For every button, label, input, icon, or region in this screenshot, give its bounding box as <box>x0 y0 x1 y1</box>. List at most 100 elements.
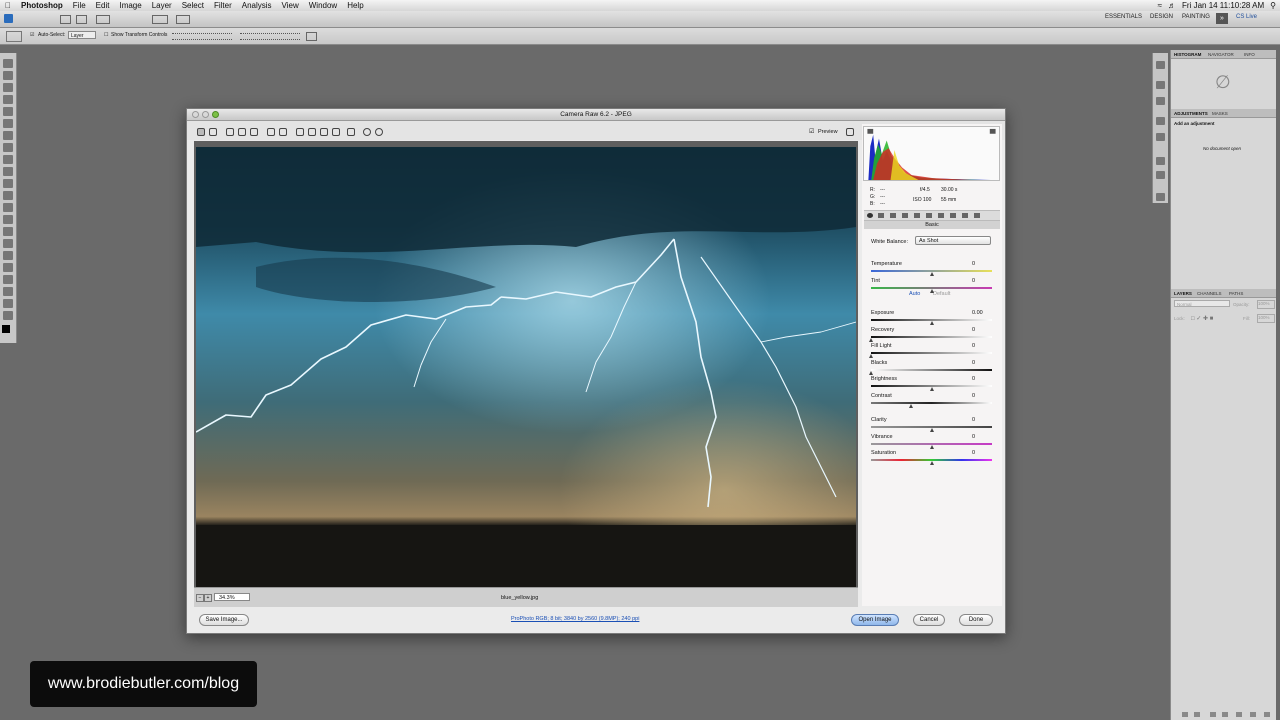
recovery-slider-track[interactable] <box>871 336 992 338</box>
status-icon[interactable] <box>1236 712 1242 717</box>
status-icon[interactable] <box>1210 712 1216 717</box>
swatches-panel-icon[interactable] <box>1156 97 1165 105</box>
shadow-clipping-icon[interactable] <box>867 128 874 134</box>
fill-field[interactable]: 100% <box>1257 314 1275 323</box>
menu-app[interactable]: Photoshop <box>16 1 68 10</box>
status-icon[interactable] <box>1222 712 1228 717</box>
view-extras-icon[interactable] <box>96 15 110 24</box>
brush-tool-icon[interactable] <box>3 143 13 152</box>
paragraph-panel-icon[interactable] <box>1156 171 1165 179</box>
lasso-tool-icon[interactable] <box>3 83 13 92</box>
split-toning-tab-icon[interactable] <box>914 213 920 218</box>
volume-icon[interactable]: ♬ <box>1168 1 1176 10</box>
red-eye-removal-tool-icon[interactable] <box>308 128 316 136</box>
menu-layer[interactable]: Layer <box>147 1 177 10</box>
menu-view[interactable]: View <box>277 1 304 10</box>
move-tool-preset-icon[interactable] <box>6 31 22 42</box>
status-icon[interactable] <box>1250 712 1256 717</box>
blacks-slider-track[interactable] <box>871 369 992 371</box>
hsl-tab-icon[interactable] <box>902 213 908 218</box>
type-tool-icon[interactable] <box>3 239 13 248</box>
menu-analysis[interactable]: Analysis <box>237 1 277 10</box>
auto-link[interactable]: Auto <box>909 291 920 297</box>
blacks-value[interactable]: 0 <box>972 360 975 366</box>
camera-calibration-tab-icon[interactable] <box>950 213 956 218</box>
zoom-level-dropdown[interactable]: 34.3% <box>214 593 250 601</box>
status-icon[interactable] <box>1194 712 1200 717</box>
temperature-slider-thumb[interactable] <box>929 272 934 276</box>
brush-panel-icon[interactable] <box>1156 117 1165 125</box>
zoom-out-icon[interactable]: − <box>196 594 204 602</box>
save-image-button[interactable]: Save Image... <box>199 614 249 626</box>
brightness-value[interactable]: 0 <box>972 376 975 382</box>
clock[interactable]: Fri Jan 14 11:10:28 AM <box>1182 1 1264 10</box>
default-link[interactable]: Default <box>933 291 950 297</box>
preview-checkbox[interactable]: ☑ <box>809 128 814 135</box>
effects-tab-icon[interactable] <box>938 213 944 218</box>
eyedropper-tool-icon[interactable] <box>3 119 13 128</box>
clarity-value[interactable]: 0 <box>972 417 975 423</box>
targeted-adjustment-tool-icon[interactable] <box>250 128 258 136</box>
clone-stamp-tool-icon[interactable] <box>3 155 13 164</box>
tab-adjustments[interactable]: ADJUSTMENTS <box>1174 111 1208 116</box>
gradient-tool-icon[interactable] <box>3 191 13 200</box>
blend-mode-dropdown[interactable]: Normal <box>1174 300 1230 307</box>
contrast-slider-track[interactable] <box>871 402 992 404</box>
spot-removal-tool-icon[interactable] <box>296 128 304 136</box>
contrast-value[interactable]: 0 <box>972 393 975 399</box>
presets-tab-icon[interactable] <box>962 213 968 218</box>
tone-curve-tab-icon[interactable] <box>878 213 884 218</box>
tint-value[interactable]: 0 <box>972 278 975 284</box>
arrange-documents-icon[interactable] <box>152 15 168 24</box>
spot-healing-tool-icon[interactable] <box>3 131 13 140</box>
rotate-left-icon[interactable] <box>363 128 371 136</box>
adjustment-brush-icon[interactable] <box>320 128 328 136</box>
white-balance-tool-icon[interactable] <box>226 128 234 136</box>
temperature-value[interactable]: 0 <box>972 261 975 267</box>
auto-select-checkbox[interactable]: ☑ <box>30 32 34 38</box>
basic-tab-icon[interactable] <box>867 213 873 218</box>
marquee-tool-icon[interactable] <box>3 71 13 80</box>
recovery-slider-thumb[interactable] <box>869 338 873 342</box>
menu-help[interactable]: Help <box>342 1 368 10</box>
spotlight-icon[interactable]: ⚲ <box>1270 1 1276 10</box>
color-sampler-tool-icon[interactable] <box>238 128 246 136</box>
tab-navigator[interactable]: NAVIGATOR <box>1208 52 1234 57</box>
blur-tool-icon[interactable] <box>3 203 13 212</box>
zoom-tool-icon[interactable] <box>3 311 13 320</box>
minimize-window-icon[interactable] <box>202 111 209 118</box>
clarity-slider-thumb[interactable] <box>929 428 934 432</box>
foreground-color-swatch[interactable] <box>2 325 10 333</box>
clone-source-panel-icon[interactable] <box>1156 133 1165 141</box>
zoom-tool-icon[interactable] <box>197 128 205 136</box>
tab-channels[interactable]: CHANNELS <box>1197 291 1222 296</box>
crop-tool-icon[interactable] <box>3 107 13 116</box>
straighten-tool-icon[interactable] <box>279 128 287 136</box>
distribute-buttons[interactable] <box>240 33 300 40</box>
mini-bridge-icon[interactable] <box>76 15 87 24</box>
workspace-painting[interactable]: PAINTING <box>1182 14 1210 20</box>
auto-align-icon[interactable] <box>306 32 317 41</box>
snapshots-tab-icon[interactable] <box>974 213 980 218</box>
3d-rotate-tool-icon[interactable] <box>3 275 13 284</box>
apple-icon[interactable]:  <box>0 1 16 10</box>
open-image-button[interactable]: Open Image <box>851 614 899 626</box>
close-window-icon[interactable] <box>192 111 199 118</box>
auto-select-target-dropdown[interactable]: Layer <box>68 31 96 39</box>
rotate-right-icon[interactable] <box>375 128 383 136</box>
hand-tool-icon[interactable] <box>3 299 13 308</box>
done-button[interactable]: Done <box>959 614 993 626</box>
recovery-value[interactable]: 0 <box>972 327 975 333</box>
brightness-slider-thumb[interactable] <box>929 387 934 391</box>
fill-light-value[interactable]: 0 <box>972 343 975 349</box>
vibrance-slider-thumb[interactable] <box>929 445 934 449</box>
menu-window[interactable]: Window <box>304 1 342 10</box>
show-transform-checkbox[interactable]: ☐ <box>104 32 108 38</box>
wifi-icon[interactable]: ≈ <box>1158 1 1162 10</box>
more-workspaces-icon[interactable]: » <box>1216 13 1228 24</box>
menu-file[interactable]: File <box>68 1 91 10</box>
fill-light-slider-track[interactable] <box>871 352 992 354</box>
quick-selection-tool-icon[interactable] <box>3 95 13 104</box>
path-selection-tool-icon[interactable] <box>3 251 13 260</box>
menu-filter[interactable]: Filter <box>209 1 237 10</box>
